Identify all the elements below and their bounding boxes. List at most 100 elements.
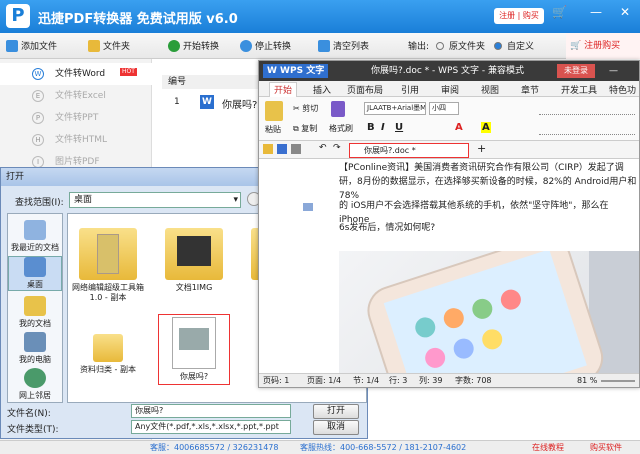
- buy-button[interactable]: 🛒 注册购买: [566, 33, 640, 59]
- app-logo: P: [6, 4, 30, 28]
- look-in-select[interactable]: 桌面 ▾: [69, 192, 241, 208]
- font-select[interactable]: JLAATB+Arial墨ML: [364, 102, 426, 115]
- undo-icon[interactable]: ↶: [319, 143, 327, 153]
- filetype-label: 文件类型(T):: [7, 425, 59, 435]
- status-section: 节: 1/4: [353, 376, 380, 385]
- minimize-button[interactable]: —: [590, 5, 602, 19]
- paste-icon[interactable]: [265, 101, 283, 121]
- html-icon: H: [32, 134, 44, 146]
- redo-icon[interactable]: ↷: [333, 143, 341, 153]
- file-item[interactable]: 网络编辑超级工具箱 1.0 - 副本: [72, 228, 144, 303]
- sidebar-item-ppt[interactable]: P 文件转PPT: [0, 107, 152, 129]
- cancel-button[interactable]: 取消: [313, 420, 359, 435]
- tab-review[interactable]: 审阅: [441, 83, 459, 96]
- place-desktop[interactable]: 桌面: [8, 256, 62, 291]
- close-button[interactable]: ✕: [620, 5, 630, 19]
- document-tab[interactable]: 你展吗?.doc *: [349, 143, 469, 158]
- file-item[interactable]: 资料归类 - 副本: [72, 334, 144, 375]
- wps-logo[interactable]: W WPS 文字: [263, 64, 329, 78]
- place-recent[interactable]: 我最近的文档: [8, 220, 62, 253]
- tab-home[interactable]: 开始: [269, 82, 298, 97]
- iphone-photo: [339, 251, 639, 373]
- add-file-icon: [6, 39, 18, 52]
- tab-view[interactable]: 视图: [481, 83, 499, 96]
- status-words: 字数: 708: [455, 376, 492, 385]
- stop-icon: [240, 39, 252, 52]
- computer-icon: [24, 332, 46, 352]
- font-color-icon[interactable]: A: [455, 122, 463, 133]
- paragraph-tools[interactable]: [539, 103, 635, 115]
- filename-input[interactable]: 你展吗?: [131, 404, 291, 418]
- desktop-icon: [24, 257, 46, 277]
- quick-access-bar: ↶ ↷ 你展吗?.doc * +: [259, 141, 639, 159]
- sidebar-item-excel[interactable]: E 文件转Excel: [0, 85, 152, 107]
- cut-button[interactable]: ✂ 剪切: [293, 103, 318, 114]
- stop-convert-button[interactable]: 停止转换: [240, 39, 291, 52]
- highlight-icon[interactable]: A: [481, 122, 491, 133]
- place-network[interactable]: 网上邻居: [8, 368, 62, 401]
- sidebar-item-word[interactable]: W 文件转Word HOT: [0, 63, 152, 85]
- status-pages: 页面: 1/4: [307, 376, 342, 385]
- file-item-selected[interactable]: 你展吗?: [158, 314, 230, 385]
- file-item[interactable]: 文档1IMG: [158, 228, 230, 293]
- trash-icon: [318, 39, 330, 52]
- bold-icon[interactable]: B: [367, 122, 375, 133]
- tab-chapter[interactable]: 章节: [521, 83, 539, 96]
- font-size-select[interactable]: 小四: [429, 102, 459, 115]
- wps-title: 你展吗?.doc * - WPS 文字 - 兼容模式: [371, 66, 525, 76]
- status-row: 行: 3: [389, 376, 408, 385]
- table-row[interactable]: 1 W 你展吗?: [162, 92, 262, 114]
- tutorial-link[interactable]: 在线教程: [532, 441, 564, 454]
- sidebar-item-html[interactable]: H 文件转HTML: [0, 129, 152, 151]
- clear-list-button[interactable]: 清空列表: [318, 39, 369, 52]
- cart-icon[interactable]: 🛒: [552, 5, 567, 19]
- place-documents[interactable]: 我的文档: [8, 296, 62, 329]
- word-file-icon: W: [200, 95, 214, 109]
- status-footer: 客服：4006685572 / 326231478 客服热线：400-668-5…: [0, 440, 640, 454]
- row-file-name: 你展吗?: [222, 100, 258, 111]
- output-custom-radio[interactable]: 自定义: [494, 39, 534, 52]
- output-label: 输出:: [408, 42, 430, 52]
- excel-icon: E: [32, 90, 44, 102]
- tab-layout[interactable]: 页面布局: [347, 83, 383, 96]
- ribbon-tabs: 开始 插入 页面布局 引用 审阅 视图 章节 开发工具 特色功能: [259, 81, 639, 109]
- qq-support: 客服：4006685572 / 326231478: [150, 443, 279, 452]
- underline-icon[interactable]: U: [395, 122, 403, 133]
- save-icon[interactable]: [277, 144, 287, 154]
- login-button[interactable]: 未登录: [557, 64, 595, 78]
- ribbon: 粘贴 ✂ 剪切 ⧉ 复制 格式刷 JLAATB+Arial墨ML 小四 B I …: [259, 97, 639, 141]
- format-painter-button[interactable]: 格式刷: [329, 123, 353, 134]
- start-convert-button[interactable]: 开始转换: [168, 39, 219, 52]
- tab-developer[interactable]: 开发工具: [561, 83, 597, 96]
- paste-button[interactable]: 粘贴: [265, 124, 281, 135]
- document-canvas[interactable]: 【PConline资讯】美国消费者资讯研究合作有限公司（CIRP）发起了调研，8…: [259, 159, 639, 373]
- chevron-down-icon: ▾: [233, 195, 238, 205]
- minimize-icon[interactable]: —: [609, 61, 618, 81]
- main-toolbar: 添加文件 文件夹 开始转换 停止转换 清空列表 输出: 原文件夹 自定义: [0, 33, 640, 59]
- register-buy-button[interactable]: 注册 | 购买: [494, 8, 544, 24]
- copy-button[interactable]: ⧉ 复制: [293, 123, 317, 134]
- open-button[interactable]: 打开: [313, 404, 359, 419]
- place-computer[interactable]: 我的电脑: [8, 332, 62, 365]
- filetype-select[interactable]: Any文件(*.pdf,*.xls,*.xlsx,*.ppt,*.ppt: [131, 420, 291, 434]
- tab-insert[interactable]: 插入: [313, 83, 331, 96]
- buy-link[interactable]: 购买软件: [590, 441, 622, 454]
- row-number: 1: [174, 97, 180, 107]
- folder-icon: [165, 228, 223, 280]
- add-file-button[interactable]: 添加文件: [6, 39, 57, 52]
- new-tab-icon[interactable]: +: [477, 142, 486, 155]
- alignment-tools[interactable]: [539, 123, 635, 135]
- folder-icon[interactable]: [263, 144, 273, 154]
- output-original-radio[interactable]: 原文件夹: [436, 39, 485, 52]
- comment-icon[interactable]: [303, 203, 313, 211]
- hot-badge: HOT: [120, 68, 137, 76]
- app-titlebar: P 迅捷PDF转换器 免费试用版 v6.0 注册 | 购买 🛒 — ✕: [0, 0, 640, 33]
- app-title: 迅捷PDF转换器 免费试用版 v6.0: [38, 12, 238, 27]
- italic-icon[interactable]: I: [381, 122, 385, 133]
- print-icon[interactable]: [291, 144, 301, 154]
- tab-references[interactable]: 引用: [401, 83, 419, 96]
- add-folder-button[interactable]: 文件夹: [88, 39, 130, 52]
- zoom-slider[interactable]: [601, 380, 635, 382]
- doc-paragraph-1: 【PConline资讯】美国消费者资讯研究合作有限公司（CIRP）发起了调研，8…: [339, 163, 637, 201]
- documents-icon: [24, 296, 46, 316]
